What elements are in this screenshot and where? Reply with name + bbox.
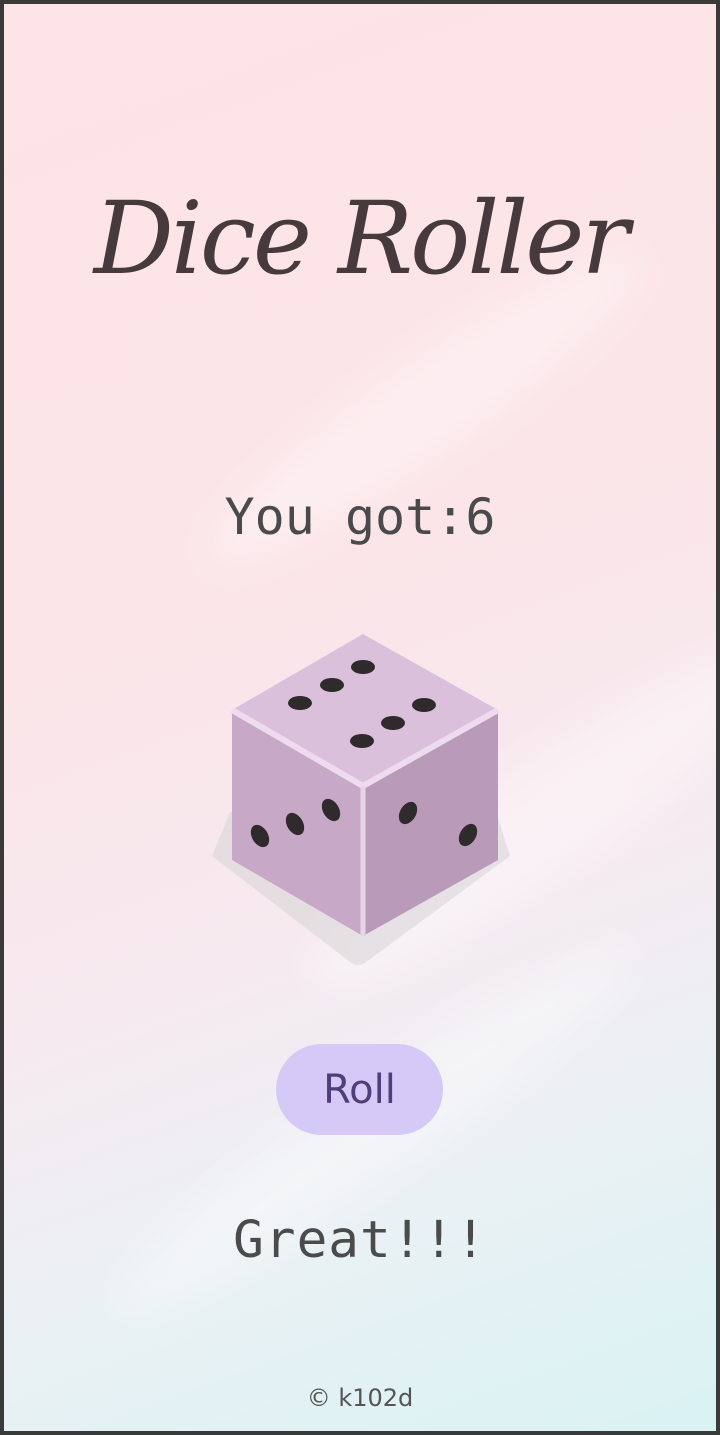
app-title: Dice Roller <box>93 180 630 297</box>
copyright-footer: © k102d <box>306 1384 414 1412</box>
result-text: You got:6 <box>224 488 496 546</box>
roll-button[interactable]: Roll <box>276 1044 443 1135</box>
dice-six-icon <box>212 634 510 965</box>
dice-pip <box>412 698 436 712</box>
dice-pip <box>351 660 375 674</box>
dice-pip <box>288 696 312 710</box>
dice-pip <box>350 734 374 748</box>
app-screen: Dice Roller You got:6 Roll Great!!! © k1… <box>4 4 716 1431</box>
dice-pip <box>381 716 405 730</box>
result-message: Great!!! <box>233 1211 487 1270</box>
dice-pip <box>320 678 344 692</box>
